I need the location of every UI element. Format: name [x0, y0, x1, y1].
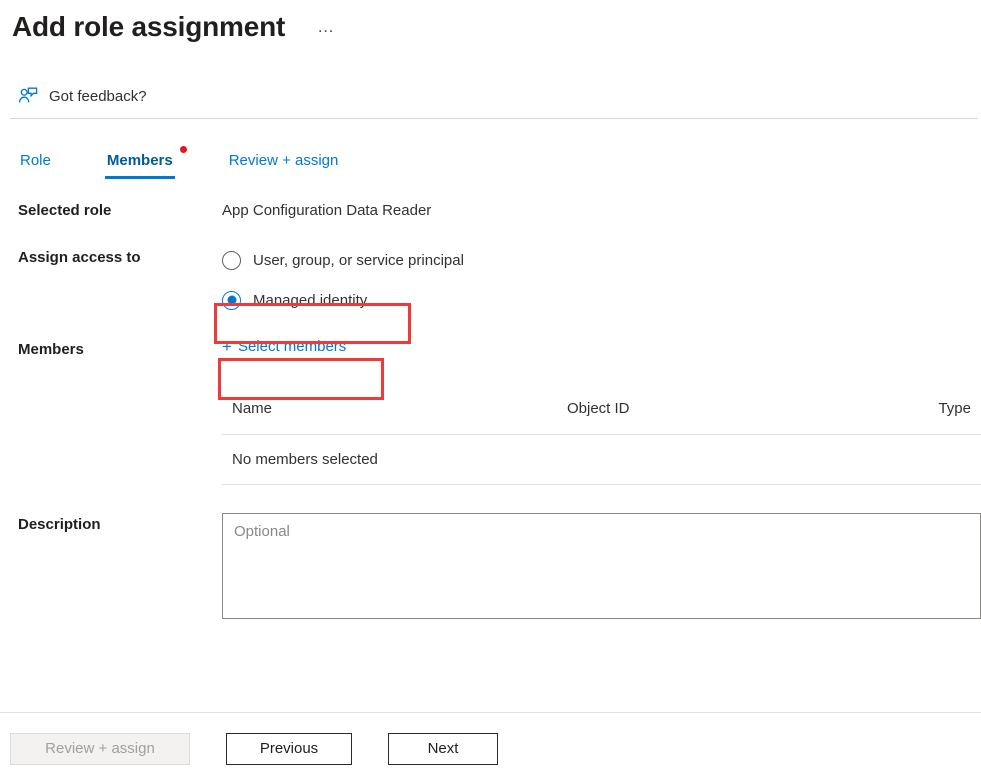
more-options-icon[interactable]: …	[311, 16, 341, 38]
tab-role-label: Role	[20, 152, 51, 169]
description-input[interactable]	[222, 513, 981, 619]
members-label: Members	[18, 338, 222, 358]
tab-members-badge-dot	[180, 146, 187, 153]
assign-access-row: Assign access to User, group, or service…	[18, 246, 981, 338]
radio-user-group-label: User, group, or service principal	[253, 252, 464, 269]
description-row: Description	[0, 513, 981, 619]
tab-members-label: Members	[107, 152, 173, 169]
radio-managed-identity[interactable]: Managed identity	[222, 286, 464, 314]
tab-members[interactable]: Members	[105, 152, 175, 179]
members-table-header-row: Name Object ID Type	[222, 400, 981, 435]
members-table: Name Object ID Type No members selected	[222, 400, 981, 485]
radio-user-group-service-principal[interactable]: User, group, or service principal	[222, 246, 464, 274]
select-members-label: Select members	[238, 338, 346, 355]
feedback-row[interactable]: Got feedback?	[0, 74, 981, 118]
members-row: Members + Select members	[18, 338, 981, 374]
next-button[interactable]: Next	[388, 733, 498, 765]
radio-managed-identity-label: Managed identity	[253, 292, 367, 309]
members-empty-message: No members selected	[222, 435, 981, 485]
assign-access-radio-group: User, group, or service principal Manage…	[222, 246, 464, 314]
column-header-type[interactable]: Type	[897, 400, 981, 435]
role-assignment-form: Selected role App Configuration Data Rea…	[0, 179, 981, 374]
footer-actions: Review + assign Previous Next	[0, 713, 981, 784]
tab-review-assign-label: Review + assign	[229, 152, 339, 169]
previous-button[interactable]: Previous	[226, 733, 352, 765]
feedback-label: Got feedback?	[49, 88, 147, 105]
page-header: Add role assignment …	[0, 0, 981, 48]
radio-selected-circle-icon	[222, 291, 241, 310]
page-title: Add role assignment	[12, 10, 285, 44]
table-row: No members selected	[222, 435, 981, 485]
radio-circle-icon	[222, 251, 241, 270]
column-header-object-id[interactable]: Object ID	[567, 400, 897, 435]
assign-access-label: Assign access to	[18, 246, 222, 266]
plus-icon: +	[222, 339, 232, 354]
tab-role[interactable]: Role	[18, 152, 53, 179]
header-divider	[10, 118, 978, 119]
review-assign-button[interactable]: Review + assign	[10, 733, 190, 765]
tab-bar: Role Members Review + assign	[0, 127, 981, 179]
column-header-name[interactable]: Name	[222, 400, 567, 435]
tab-review-assign[interactable]: Review + assign	[227, 152, 341, 179]
select-members-button[interactable]: + Select members	[222, 338, 346, 355]
selected-role-value: App Configuration Data Reader	[222, 199, 431, 219]
description-label: Description	[18, 513, 222, 533]
feedback-person-icon	[18, 86, 38, 106]
selected-role-label: Selected role	[18, 199, 222, 219]
tab-active-underline	[105, 176, 175, 179]
selected-role-row: Selected role App Configuration Data Rea…	[18, 199, 981, 246]
